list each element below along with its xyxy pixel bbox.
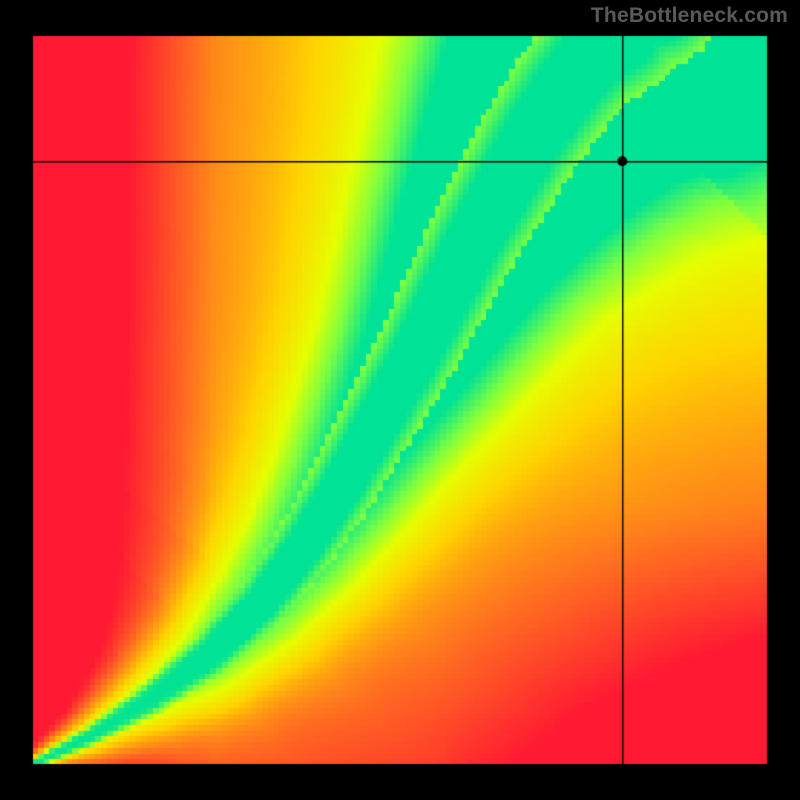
heatmap-plot (32, 35, 768, 765)
heatmap-canvas (32, 35, 768, 765)
attribution-text: TheBottleneck.com (591, 4, 788, 28)
